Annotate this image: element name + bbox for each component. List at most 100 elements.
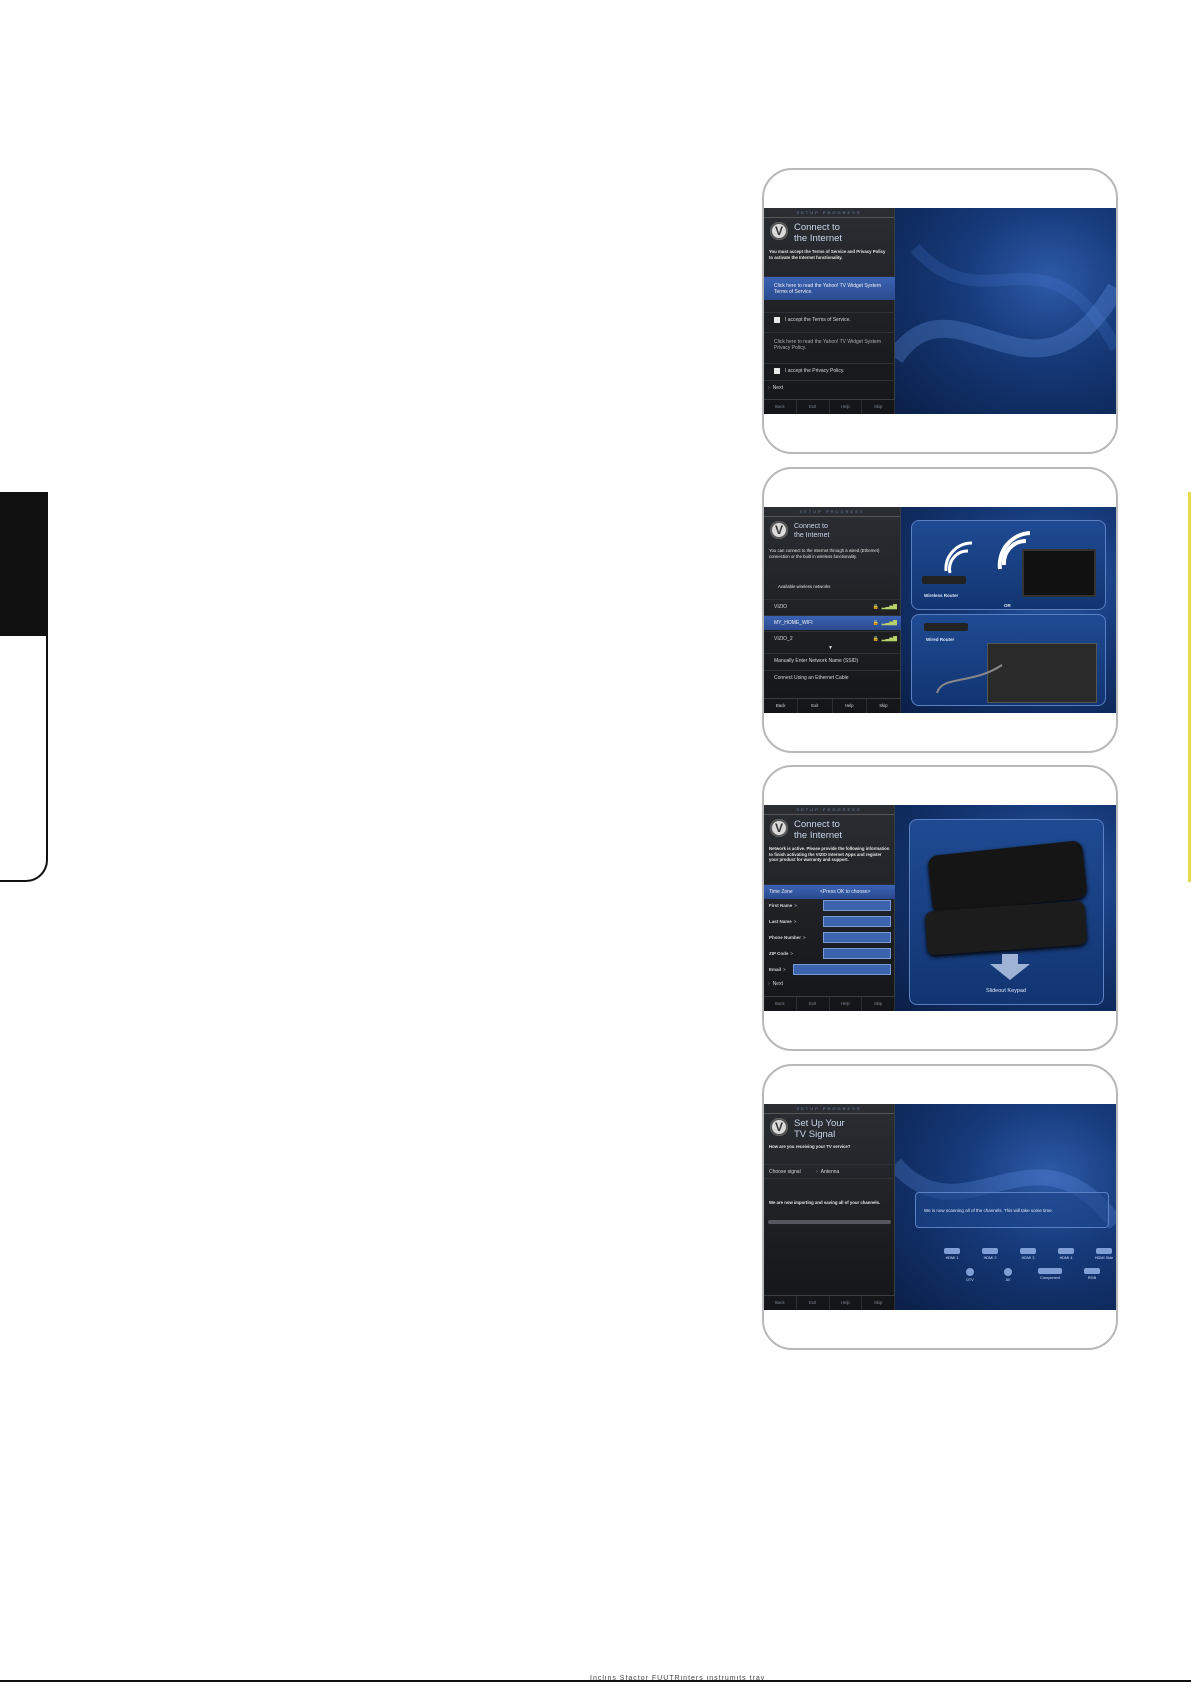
tv-screen-4: SETUP PROGRESS V Set Up Your TV Signal H… bbox=[764, 1104, 1116, 1310]
back-button[interactable]: Back bbox=[764, 1296, 797, 1310]
tv-background bbox=[895, 208, 1116, 414]
accept-privacy-checkbox[interactable]: I accept the Privacy Policy. bbox=[764, 363, 895, 378]
option-label: Connect Using an Ethernet Cable bbox=[774, 675, 849, 681]
network-item-selected[interactable]: MY_HOME_WIFI 🔒 ▂▃▅▇ bbox=[764, 615, 901, 630]
signal-strength-icon: ▂▃▅▇ bbox=[881, 620, 897, 626]
option-label: Manually Enter Network Name (SSID) bbox=[774, 658, 859, 664]
button-bar: Back Exit Help Skip bbox=[764, 698, 901, 713]
terms-link[interactable]: Click here to read the Yahoo! TV Widget … bbox=[764, 276, 895, 300]
wired-router-label: Wired Router bbox=[926, 637, 955, 642]
tv-background: We is now scanning all of the channels. … bbox=[895, 1104, 1116, 1310]
network-name: VIZIO_2 bbox=[774, 636, 793, 642]
setup-progress: SETUP PROGRESS bbox=[764, 507, 900, 517]
skip-button[interactable]: Skip bbox=[862, 997, 895, 1011]
panel-intro: You must accept the Terms of Service and… bbox=[769, 249, 886, 260]
network-name: MY_HOME_WIFI bbox=[774, 620, 813, 626]
checkbox-icon bbox=[774, 367, 780, 374]
hdmi4-port-icon: HDMI 4 bbox=[1053, 1248, 1079, 1260]
networks-label: Available wireless networks bbox=[778, 584, 831, 589]
hdmi3-port-icon: HDMI 3 bbox=[1015, 1248, 1041, 1260]
panel-intro: You can connect to the Internet through … bbox=[769, 548, 880, 559]
privacy-link[interactable]: Click here to read the Yahoo! TV Widget … bbox=[764, 332, 895, 356]
next-item[interactable]: › Next bbox=[764, 380, 895, 395]
import-status: We are now importing and saving all of y… bbox=[769, 1200, 881, 1205]
skip-button[interactable]: Skip bbox=[862, 400, 895, 414]
help-button[interactable]: Help bbox=[830, 997, 863, 1011]
accept-terms-checkbox[interactable]: I accept the Terms of Service. bbox=[764, 312, 895, 327]
field-label: Time Zone bbox=[769, 889, 793, 895]
help-button[interactable]: Help bbox=[833, 699, 867, 713]
exit-button[interactable]: Exit bbox=[797, 997, 830, 1011]
help-button[interactable]: Help bbox=[830, 1296, 863, 1310]
manual-ssid-option[interactable]: Manually Enter Network Name (SSID) bbox=[764, 653, 901, 668]
skip-button[interactable]: Skip bbox=[862, 1296, 895, 1310]
exit-button[interactable]: Exit bbox=[797, 1296, 830, 1310]
exit-button[interactable]: Exit bbox=[797, 400, 830, 414]
panel-title-line2: the Internet bbox=[794, 830, 843, 841]
hdmi-side-port-icon: HDMI Side bbox=[1091, 1248, 1116, 1260]
tv-background: Slideout Keypad bbox=[895, 805, 1116, 1011]
last-name-label: Last Name > bbox=[769, 919, 797, 924]
time-zone-field[interactable]: Time Zone <Press OK to choose> bbox=[764, 884, 895, 899]
phone-input[interactable] bbox=[823, 932, 891, 943]
vizio-logo-icon: V bbox=[770, 521, 788, 539]
button-bar: Back Exit Help Skip bbox=[764, 399, 895, 414]
screenshot-frame-4: SETUP PROGRESS V Set Up Your TV Signal H… bbox=[762, 1064, 1118, 1350]
back-button[interactable]: Back bbox=[764, 699, 799, 713]
network-name: VIZIO bbox=[774, 604, 788, 610]
signal-strength-icon: ▂▃▅▇ bbox=[881, 604, 897, 610]
vizio-logo-icon: V bbox=[770, 1118, 788, 1136]
lock-icon: 🔒 bbox=[872, 620, 879, 626]
panel-title-line2: TV Signal bbox=[794, 1129, 836, 1140]
panel-title-line2: the Internet bbox=[794, 233, 843, 244]
wifi-waves-icon bbox=[944, 531, 1031, 574]
email-input[interactable] bbox=[793, 964, 891, 975]
skip-button[interactable]: Skip bbox=[867, 699, 901, 713]
last-name-input[interactable] bbox=[823, 916, 891, 927]
vizio-logo-icon: V bbox=[770, 222, 788, 240]
setup-progress: SETUP PROGRESS bbox=[764, 805, 894, 815]
next-item[interactable]: › Next bbox=[764, 977, 895, 992]
choose-signal-value: › Antenna bbox=[816, 1169, 840, 1175]
tv-screen-1: SETUP PROGRESS V Connect to the Internet… bbox=[764, 208, 1116, 414]
setup-panel-1: SETUP PROGRESS V Connect to the Internet… bbox=[764, 208, 895, 414]
network-item[interactable]: VIZIO_2 🔒 ▂▃▅▇ bbox=[764, 631, 901, 646]
footer-small-print: Inclins Sfactor FUUTRinters instrumits t… bbox=[590, 1675, 766, 1682]
button-bar: Back Exit Help Skip bbox=[764, 1295, 895, 1310]
panel-title: Connect to bbox=[794, 222, 840, 233]
signal-strength-icon: ▂▃▅▇ bbox=[881, 636, 897, 642]
or-label: OR bbox=[1004, 603, 1011, 608]
panel-title: Set Up Your bbox=[794, 1118, 845, 1129]
chevron-right-icon: › bbox=[768, 385, 770, 391]
tv-icon bbox=[1022, 549, 1096, 597]
screenshot-frame-3: SETUP PROGRESS V Connect to the Internet… bbox=[762, 765, 1118, 1051]
back-button[interactable]: Back bbox=[764, 400, 797, 414]
scan-message: We is now scanning all of the channels. … bbox=[915, 1192, 1109, 1228]
background-swirl bbox=[895, 244, 1116, 364]
setup-progress: SETUP PROGRESS bbox=[764, 208, 894, 218]
panel-question: How are you receiving your TV service? bbox=[769, 1144, 851, 1149]
component-port-icon: Component bbox=[1033, 1268, 1067, 1282]
wired-router-icon bbox=[924, 623, 968, 631]
next-label: Next bbox=[772, 385, 783, 391]
keypad-diagram: Slideout Keypad bbox=[909, 819, 1104, 1005]
back-button[interactable]: Back bbox=[764, 997, 797, 1011]
choose-signal-row[interactable]: Choose signal › Antenna bbox=[764, 1164, 895, 1179]
hdmi2-port-icon: HDMI 2 bbox=[977, 1248, 1003, 1260]
next-label: Next bbox=[772, 981, 783, 987]
av-port-icon: AV bbox=[995, 1268, 1021, 1282]
exit-button[interactable]: Exit bbox=[798, 699, 833, 713]
setup-panel-4: SETUP PROGRESS V Set Up Your TV Signal H… bbox=[764, 1104, 895, 1310]
first-name-input[interactable] bbox=[823, 900, 891, 911]
panel-intro: Network is active. Please provide the fo… bbox=[769, 846, 890, 862]
ethernet-option[interactable]: Connect Using an Ethernet Cable bbox=[764, 670, 901, 685]
zip-input[interactable] bbox=[823, 948, 891, 959]
help-button[interactable]: Help bbox=[830, 400, 863, 414]
scroll-down-icon[interactable]: ▼ bbox=[828, 645, 833, 651]
dtv-port-icon: DTV bbox=[957, 1268, 983, 1282]
lock-icon: 🔒 bbox=[872, 604, 879, 610]
chevron-right-icon: › bbox=[768, 981, 770, 987]
rgb-port-icon: RGB bbox=[1079, 1268, 1105, 1282]
choose-signal-label: Choose signal bbox=[769, 1169, 801, 1175]
network-item[interactable]: VIZIO 🔒 ▂▃▅▇ bbox=[764, 599, 901, 614]
